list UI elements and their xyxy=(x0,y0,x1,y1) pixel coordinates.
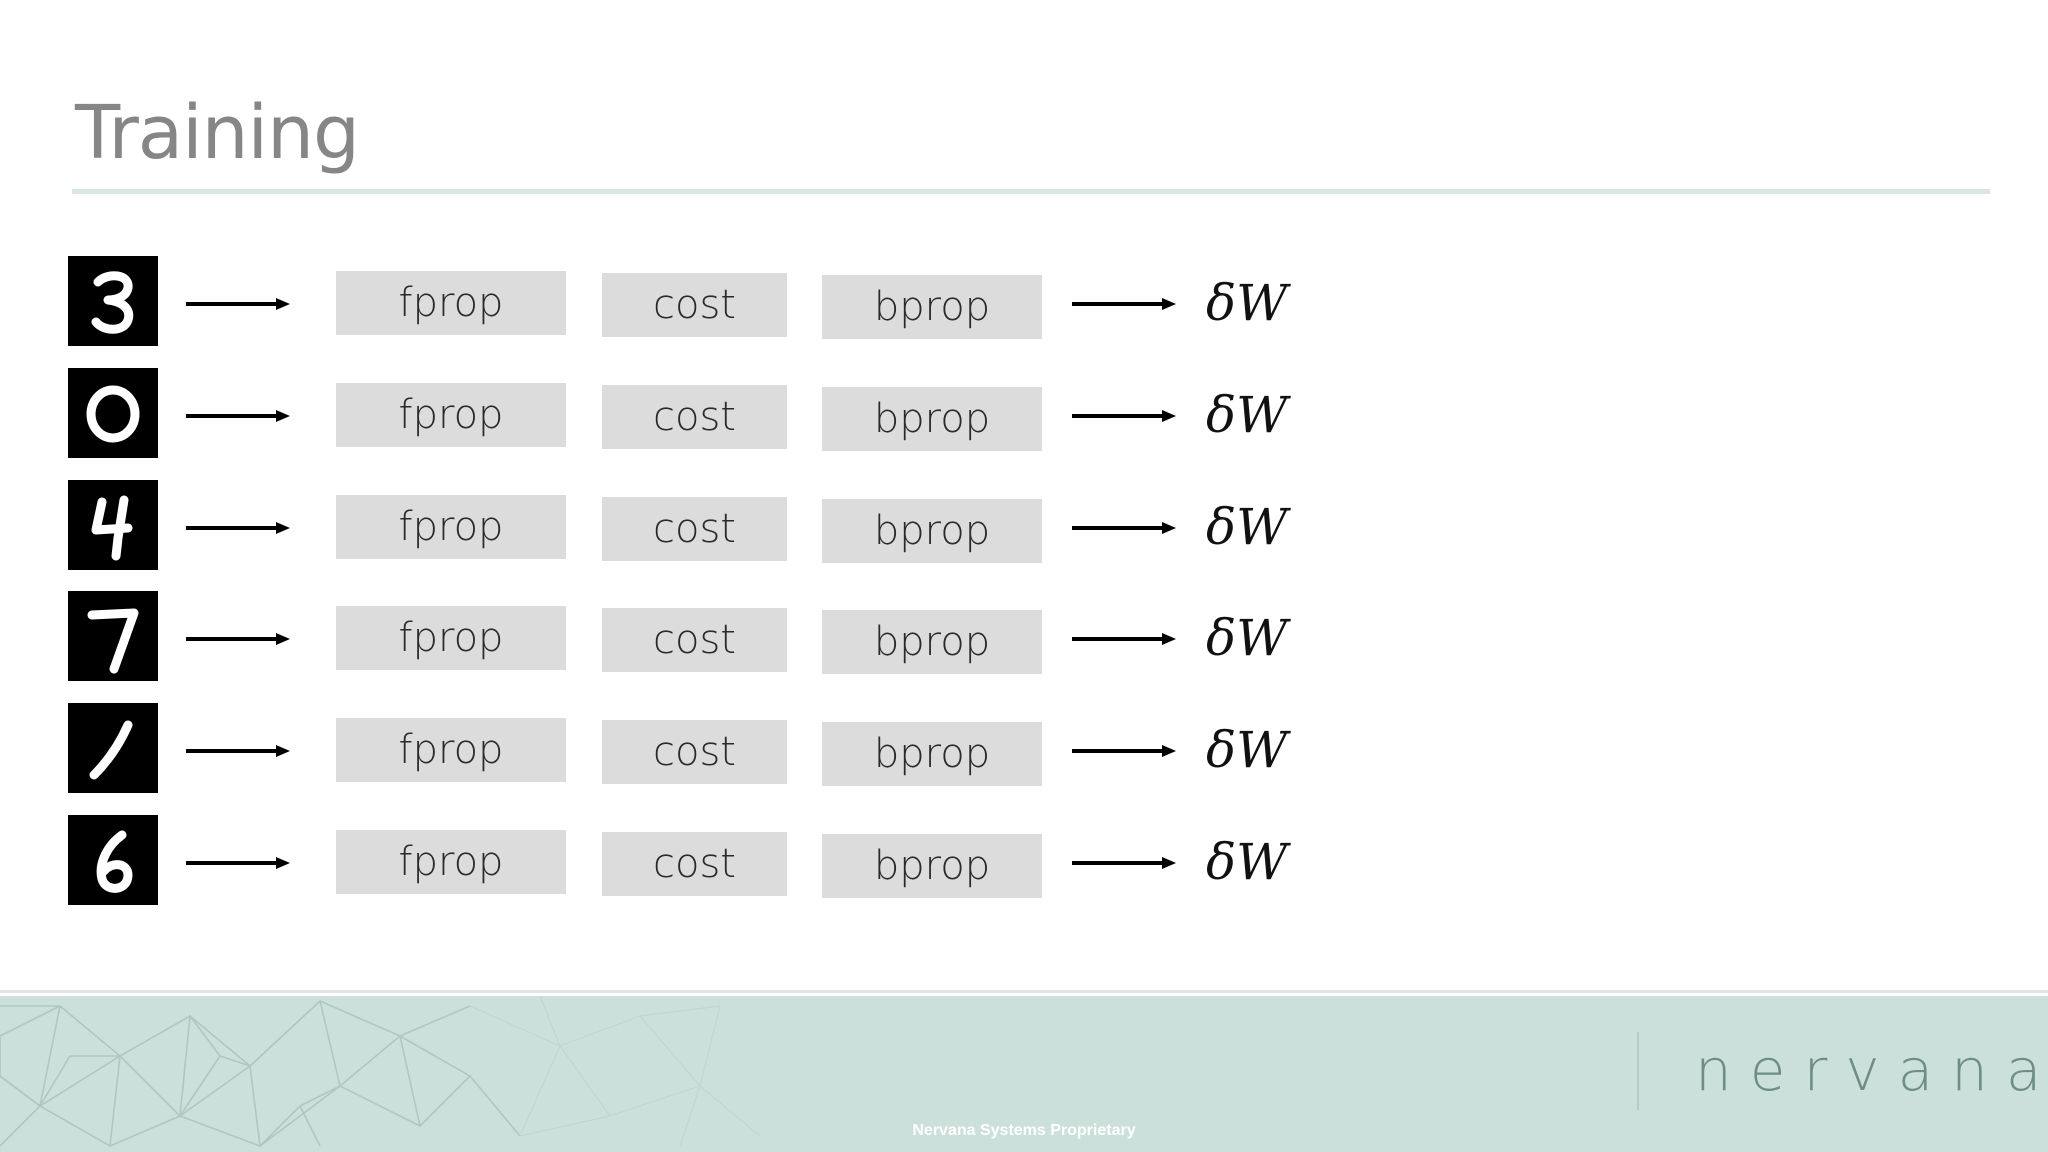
delta-w-output: δW xyxy=(1206,498,1288,556)
slide-title: Training xyxy=(75,90,360,176)
diagram-row: fprop cost bprop δW xyxy=(0,480,2048,572)
fprop-box: fprop xyxy=(336,606,566,670)
bprop-box: bprop xyxy=(822,722,1042,786)
proprietary-notice: Nervana Systems Proprietary xyxy=(912,1122,1136,1139)
diagram-row: fprop cost bprop δW xyxy=(0,368,2048,460)
footer-band: nervana Nervana Systems Proprietary xyxy=(0,996,2048,1152)
digit-image xyxy=(68,815,158,905)
diagram-row: fprop cost bprop δW xyxy=(0,815,2048,907)
arrow-right-icon xyxy=(1072,410,1176,422)
cost-box: cost xyxy=(602,832,787,896)
cost-box: cost xyxy=(602,720,787,784)
diagram-row: fprop cost bprop δW xyxy=(0,256,2048,348)
delta-w-output: δW xyxy=(1206,386,1288,444)
delta-w-output: δW xyxy=(1206,274,1288,332)
bprop-box: bprop xyxy=(822,834,1042,898)
logo-divider xyxy=(1637,1032,1639,1110)
title-underline xyxy=(72,189,1990,194)
fprop-box: fprop xyxy=(336,495,566,559)
arrow-right-icon xyxy=(1072,298,1176,310)
digit-image xyxy=(68,703,158,793)
fprop-box: fprop xyxy=(336,383,566,447)
arrow-right-icon xyxy=(186,522,290,534)
cost-box: cost xyxy=(602,273,787,337)
arrow-right-icon xyxy=(186,633,290,645)
delta-w-output: δW xyxy=(1206,721,1288,779)
arrow-right-icon xyxy=(186,857,290,869)
arrow-right-icon xyxy=(186,298,290,310)
digit-image xyxy=(68,256,158,346)
arrow-right-icon xyxy=(186,410,290,422)
cost-box: cost xyxy=(602,497,787,561)
digit-image xyxy=(68,591,158,681)
fprop-box: fprop xyxy=(336,271,566,335)
digit-image xyxy=(68,368,158,458)
bprop-box: bprop xyxy=(822,275,1042,339)
arrow-right-icon xyxy=(1072,857,1176,869)
fprop-box: fprop xyxy=(336,718,566,782)
delta-w-output: δW xyxy=(1206,609,1288,667)
delta-w-output: δW xyxy=(1206,833,1288,891)
bprop-box: bprop xyxy=(822,387,1042,451)
cost-box: cost xyxy=(602,385,787,449)
footer-separator xyxy=(0,990,2048,993)
diagram-row: fprop cost bprop δW xyxy=(0,591,2048,683)
diagram-row: fprop cost bprop δW xyxy=(0,703,2048,795)
cost-box: cost xyxy=(602,608,787,672)
bprop-box: bprop xyxy=(822,610,1042,674)
arrow-right-icon xyxy=(1072,522,1176,534)
arrow-right-icon xyxy=(186,745,290,757)
nervana-logo: nervana xyxy=(1695,1036,2048,1104)
arrow-right-icon xyxy=(1072,633,1176,645)
digit-image xyxy=(68,480,158,570)
bprop-box: bprop xyxy=(822,499,1042,563)
arrow-right-icon xyxy=(1072,745,1176,757)
fprop-box: fprop xyxy=(336,830,566,894)
